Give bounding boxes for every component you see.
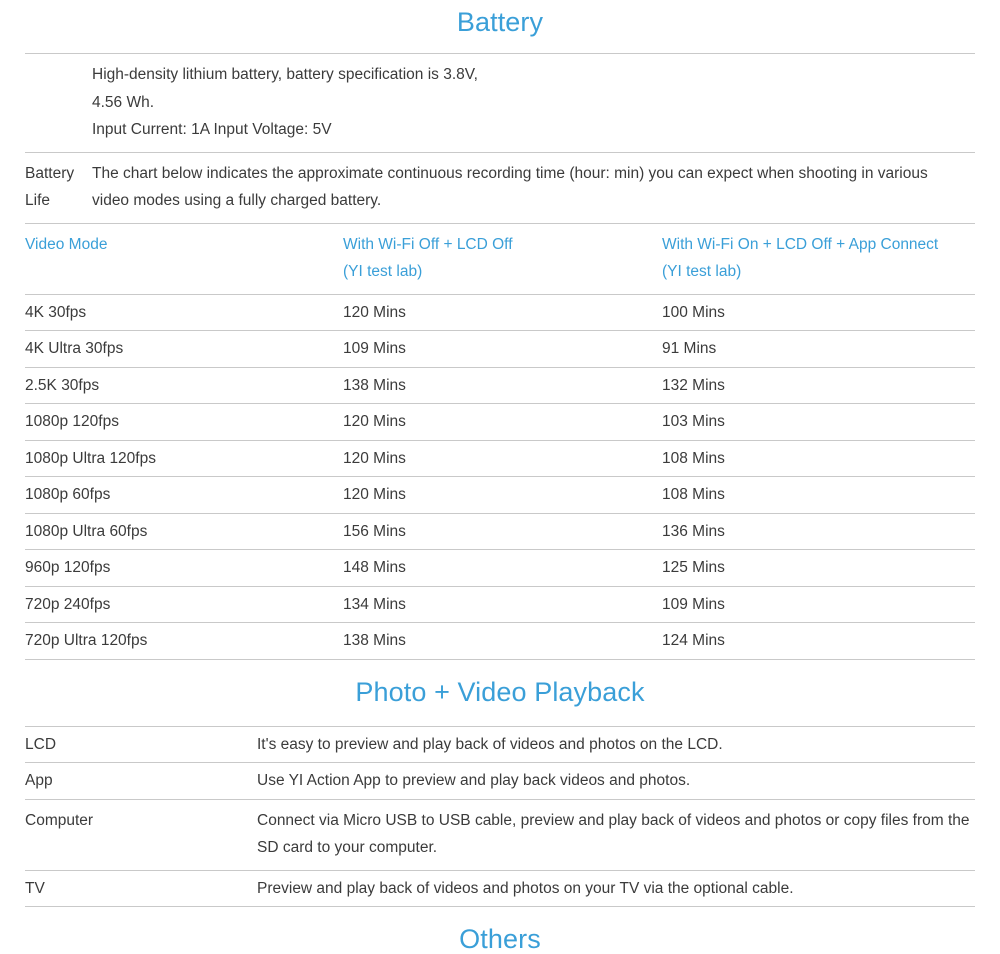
cell-wifi-on: 125 Mins [662, 559, 725, 576]
table-row: 2.5K 30fps 138 Mins 132 Mins [25, 367, 975, 404]
battery-life-label: Battery Life [25, 164, 75, 210]
table-body: 4K 30fps 120 Mins 100 Mins 4K Ultra 30fp… [25, 294, 975, 659]
document-page: Battery High-density lithium battery, ba… [0, 0, 1000, 953]
playback-description-computer: Connect via Micro USB to USB cable, prev… [257, 811, 970, 857]
cell-wifi-off: 109 Mins [343, 340, 406, 357]
table-row: App Use YI Action App to preview and pla… [25, 763, 975, 799]
cell-wifi-off: 156 Mins [343, 522, 406, 540]
cell-video-mode: 4K 30fps [25, 303, 87, 321]
cell-wifi-off: 138 Mins [343, 632, 406, 649]
playback-description-app: Use YI Action App to preview and play ba… [257, 772, 691, 789]
battery-life-chart-table: Video Mode With Wi-Fi Off + LCD Off (YI … [25, 224, 975, 660]
playback-label-lcd: LCD [25, 735, 57, 753]
table-row: LCD It's easy to preview and play back o… [25, 726, 975, 763]
battery-spec-empty-label [25, 54, 92, 153]
table-row: High-density lithium battery, battery sp… [25, 53, 975, 153]
cell-wifi-on: 109 Mins [662, 595, 725, 613]
table-row: Computer Connect via Micro USB to USB ca… [25, 799, 975, 870]
column-header-wifi-off-line1: With Wi-Fi Off + LCD Off [343, 235, 513, 253]
cell-wifi-on: 132 Mins [662, 376, 725, 394]
cell-video-mode: 1080p 60fps [25, 486, 111, 503]
table-header-row: Video Mode With Wi-Fi Off + LCD Off (YI … [25, 224, 975, 295]
playback-label-tv: TV [25, 879, 45, 897]
table-row: 1080p 120fps 120 Mins 103 Mins [25, 404, 975, 440]
table-row: 1080p 60fps 120 Mins 108 Mins [25, 477, 975, 513]
table-row: 1080p Ultra 60fps 156 Mins 136 Mins [25, 513, 975, 550]
cell-wifi-off: 148 Mins [343, 559, 406, 576]
playback-description-lcd: It's easy to preview and play back of vi… [257, 735, 723, 753]
cell-wifi-off: 120 Mins [343, 413, 406, 430]
playback-description-tv: Preview and play back of videos and phot… [257, 879, 794, 897]
table-row: Battery Life The chart below indicates t… [25, 152, 975, 223]
cell-wifi-off: 120 Mins [343, 449, 406, 467]
cell-wifi-on: 136 Mins [662, 522, 725, 540]
table-row: 720p Ultra 120fps 138 Mins 124 Mins [25, 623, 975, 659]
cell-video-mode: 4K Ultra 30fps [25, 340, 124, 357]
playback-label-app: App [25, 772, 53, 789]
section-heading-playback: Photo + Video Playback [355, 676, 645, 707]
battery-spec-line-2: 4.56 Wh. [92, 93, 155, 111]
cell-video-mode: 720p 240fps [25, 595, 111, 613]
cell-video-mode: 2.5K 30fps [25, 376, 100, 394]
cell-wifi-on: 108 Mins [662, 449, 725, 467]
battery-spec-table: High-density lithium battery, battery sp… [25, 53, 975, 224]
column-header-wifi-on-line1: With Wi-Fi On + LCD Off + App Connect [662, 235, 939, 253]
table-row: 960p 120fps 148 Mins 125 Mins [25, 550, 975, 586]
column-header-wifi-off: With Wi-Fi Off + LCD Off (YI test lab) [343, 224, 662, 295]
cell-wifi-off: 120 Mins [343, 486, 406, 503]
column-header-video-mode-line1: Video Mode [25, 235, 108, 253]
battery-spec-line-1: High-density lithium battery, battery sp… [92, 66, 478, 83]
column-header-wifi-on: With Wi-Fi On + LCD Off + App Connect (Y… [662, 224, 975, 295]
table-row: 4K 30fps 120 Mins 100 Mins [25, 294, 975, 331]
cell-wifi-off: 134 Mins [343, 595, 406, 613]
cell-wifi-on: 100 Mins [662, 303, 725, 321]
cell-wifi-on: 91 Mins [662, 340, 717, 357]
table-header: Video Mode With Wi-Fi Off + LCD Off (YI … [25, 224, 975, 295]
cell-wifi-off: 120 Mins [343, 303, 406, 321]
battery-life-description: The chart below indicates the approximat… [92, 164, 928, 210]
cell-video-mode: 1080p Ultra 60fps [25, 522, 148, 540]
cell-wifi-on: 108 Mins [662, 486, 725, 503]
table-row: 720p 240fps 134 Mins 109 Mins [25, 586, 975, 623]
playback-label-computer: Computer [25, 811, 94, 829]
table-row: TV Preview and play back of videos and p… [25, 870, 975, 907]
column-header-video-mode: Video Mode [25, 224, 343, 295]
cell-video-mode: 1080p 120fps [25, 413, 119, 430]
cell-video-mode: 1080p Ultra 120fps [25, 449, 156, 467]
table-row: 4K Ultra 30fps 109 Mins 91 Mins [25, 331, 975, 367]
column-header-wifi-on-line2: (YI test lab) [662, 263, 742, 280]
battery-spec-line-3: Input Current: 1A Input Voltage: 5V [92, 121, 332, 138]
section-heading-battery: Battery [456, 7, 544, 37]
cell-wifi-on: 103 Mins [662, 413, 725, 430]
playback-table: LCD It's easy to preview and play back o… [25, 726, 975, 908]
cell-wifi-on: 124 Mins [662, 632, 725, 649]
cell-video-mode: 720p Ultra 120fps [25, 632, 148, 649]
table-row: 1080p Ultra 120fps 120 Mins 108 Mins [25, 440, 975, 477]
cell-video-mode: 960p 120fps [25, 559, 111, 576]
battery-spec-body: High-density lithium battery, battery sp… [92, 54, 975, 153]
section-heading-others: Others [459, 924, 541, 954]
column-header-wifi-off-line2: (YI test lab) [343, 263, 423, 280]
cell-wifi-off: 138 Mins [343, 376, 406, 394]
